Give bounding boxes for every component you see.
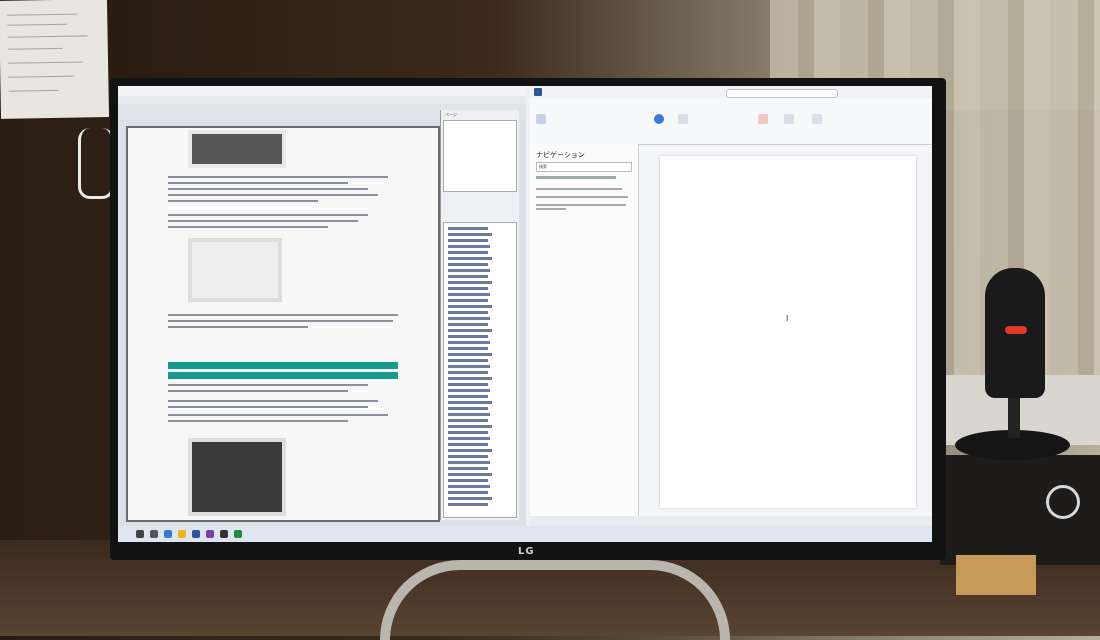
wall-hook: [78, 128, 114, 199]
monitor-brand-logo: LG: [518, 546, 535, 557]
search-icon[interactable]: [150, 530, 158, 538]
word-status-bar: [530, 516, 932, 526]
left-title-bar: [118, 86, 526, 96]
monitor-screen: ページ ナビゲーション 検索 I: [118, 86, 932, 526]
taskbar: [118, 526, 932, 542]
pc-tower: [940, 455, 1100, 565]
find-icon[interactable]: [678, 114, 688, 124]
designer-icon[interactable]: [812, 114, 822, 124]
dictate-icon[interactable]: [758, 114, 768, 124]
wood-block: [956, 555, 1036, 595]
word-app-icon: [534, 88, 542, 96]
explorer-icon[interactable]: [178, 530, 186, 538]
edge-icon[interactable]: [164, 530, 172, 538]
left-side-pane: ページ: [440, 110, 519, 520]
text-cursor-icon: I: [786, 314, 789, 323]
mic-stem: [1008, 398, 1020, 438]
left-editor-window: ページ: [118, 86, 526, 526]
navigation-search-input[interactable]: 検索: [536, 162, 632, 172]
mic-led: [1005, 326, 1027, 334]
app-icon[interactable]: [206, 530, 214, 538]
word-window: ナビゲーション 検索 I: [530, 86, 932, 526]
left-document[interactable]: [126, 126, 440, 522]
start-icon[interactable]: [136, 530, 144, 538]
doc-image-1: [188, 130, 286, 168]
doc-heading-bar-1: [168, 362, 398, 369]
doc-image-3: [188, 438, 286, 516]
paste-icon[interactable]: [536, 114, 546, 124]
excel-icon[interactable]: [234, 530, 242, 538]
editor-icon[interactable]: [784, 114, 794, 124]
navigation-pane: ナビゲーション 検索: [530, 144, 639, 516]
word-search-box[interactable]: [726, 89, 838, 98]
word-ribbon[interactable]: [530, 98, 932, 145]
doc-heading-bar-2: [168, 372, 398, 379]
doc-image-2: [188, 238, 282, 302]
terminal-icon[interactable]: [220, 530, 228, 538]
word-icon[interactable]: [192, 530, 200, 538]
pc-power-logo: [1046, 485, 1080, 519]
monitor-stand: [380, 560, 730, 640]
navigation-title: ナビゲーション: [536, 151, 585, 159]
wall-note-paper: [0, 0, 110, 119]
file-tree[interactable]: [443, 222, 517, 518]
word-title-bar: [530, 86, 932, 98]
left-menu-bar[interactable]: [118, 96, 526, 104]
side-pane-title: ページ: [445, 112, 457, 117]
outline-list[interactable]: [443, 120, 517, 192]
word-document-page[interactable]: [660, 156, 916, 508]
style-icon[interactable]: [654, 114, 664, 124]
